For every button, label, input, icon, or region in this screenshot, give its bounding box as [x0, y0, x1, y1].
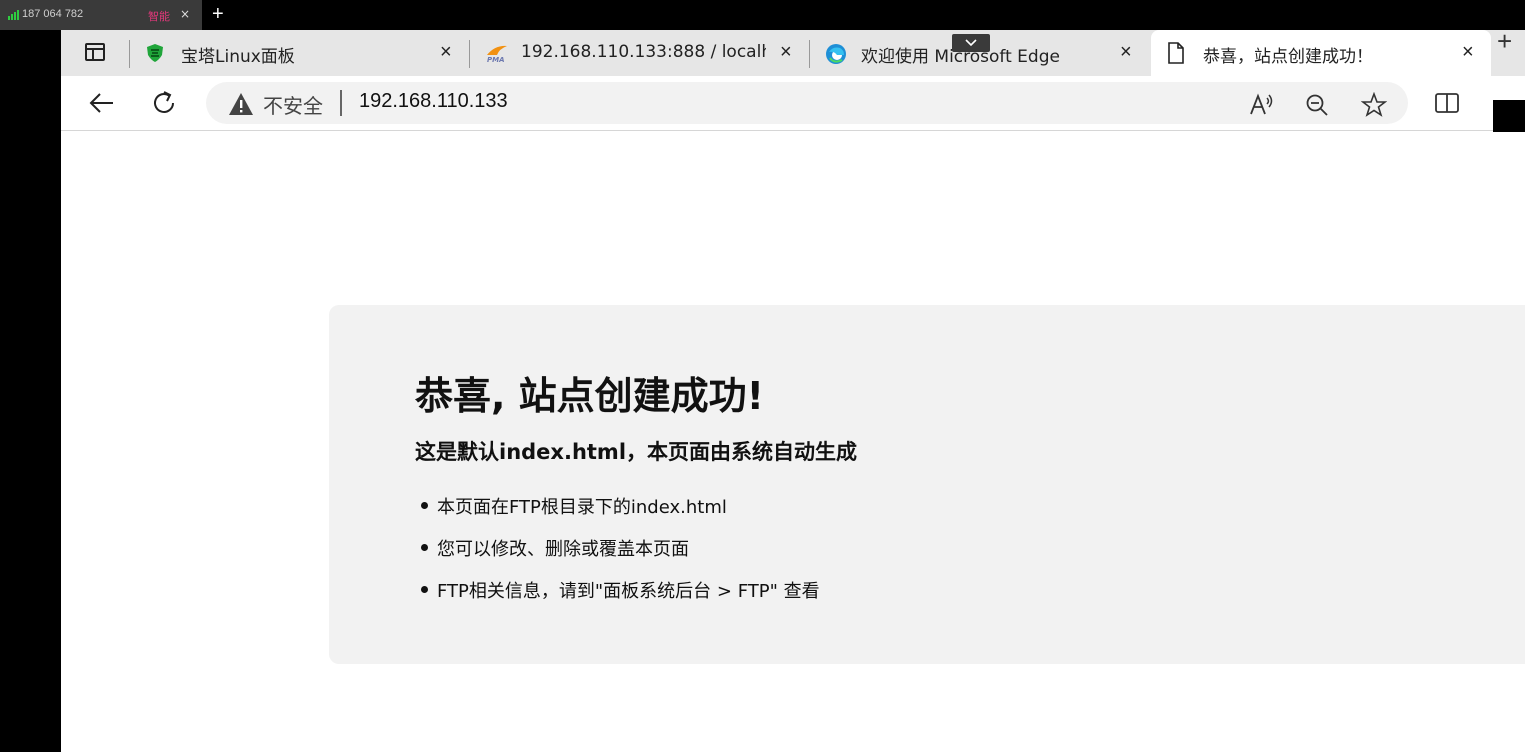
tab-title: 恭喜，站点创建成功！: [1203, 47, 1373, 67]
tab-separator: [809, 40, 810, 68]
read-aloud-icon[interactable]: [1248, 92, 1274, 118]
browser-window: 宝塔Linux面板 × PMA 192.168.110.133:888 / lo…: [61, 26, 1525, 752]
page-heading: 恭喜, 站点创建成功!: [415, 374, 764, 418]
list-item: 本页面在FTP根目录下的index.html: [415, 493, 820, 535]
close-tab-button[interactable]: ×: [1462, 41, 1474, 64]
navigation-toolbar: 不安全 192.168.110.133: [61, 76, 1525, 170]
page-content: 恭喜, 站点创建成功! 这是默认index.html，本页面由系统自动生成 本页…: [61, 132, 1525, 752]
tab-phpmyadmin[interactable]: PMA 192.168.110.133:888 / localhost | ×: [471, 30, 809, 76]
info-list: 本页面在FTP根目录下的index.html 您可以修改、删除或覆盖本页面 FT…: [415, 493, 820, 619]
tab-title: 宝塔Linux面板: [181, 47, 295, 67]
remote-session-bar: 187 064 782 智能 × +: [0, 0, 1525, 30]
pma-icon: PMA: [487, 45, 507, 63]
address-bar[interactable]: 不安全 192.168.110.133: [206, 82, 1408, 124]
tab-separator: [129, 40, 130, 68]
tab-actions-icon: [85, 43, 105, 61]
tab-separator: [469, 40, 470, 68]
refresh-icon[interactable]: [149, 88, 179, 118]
tab-site-created[interactable]: 恭喜，站点创建成功！ ×: [1151, 30, 1491, 76]
close-tab-button[interactable]: ×: [1120, 41, 1132, 64]
remote-session-tab[interactable]: 187 064 782 智能 ×: [0, 0, 202, 30]
list-item: 您可以修改、删除或覆盖本页面: [415, 535, 820, 577]
welcome-card: 恭喜, 站点创建成功! 这是默认index.html，本页面由系统自动生成 本页…: [329, 305, 1525, 664]
zoom-out-icon[interactable]: [1304, 92, 1330, 118]
page-icon: [1168, 42, 1184, 64]
svg-text:PMA: PMA: [487, 56, 505, 63]
remote-toolbar-toggle[interactable]: [952, 34, 990, 52]
tab-title: 192.168.110.133:888 / localhost |: [521, 42, 766, 62]
warning-icon[interactable]: [228, 92, 254, 116]
chevron-down-icon: [965, 39, 977, 47]
baota-shield-icon: [147, 44, 163, 62]
signal-icon: [8, 10, 20, 20]
tab-actions-button[interactable]: [77, 40, 111, 66]
address-divider: [340, 90, 342, 116]
session-app-label: 智能: [148, 10, 170, 23]
close-tab-button[interactable]: ×: [440, 41, 452, 64]
security-status[interactable]: 不安全: [263, 90, 323, 119]
tab-baota[interactable]: 宝塔Linux面板 ×: [131, 30, 469, 76]
new-tab-button[interactable]: +: [1497, 26, 1512, 57]
session-number: 187 064 782: [22, 8, 84, 20]
url-text[interactable]: 192.168.110.133: [359, 90, 508, 113]
close-session-button[interactable]: ×: [180, 7, 190, 21]
back-icon[interactable]: [87, 88, 117, 118]
new-session-button[interactable]: +: [212, 3, 224, 26]
tab-strip: 宝塔Linux面板 × PMA 192.168.110.133:888 / lo…: [61, 26, 1525, 76]
list-item: FTP相关信息，请到"面板系统后台 > FTP" 查看: [415, 577, 820, 619]
split-screen-icon[interactable]: [1433, 89, 1461, 117]
page-subheading: 这是默认index.html，本页面由系统自动生成: [415, 440, 858, 464]
favorite-star-icon[interactable]: [1361, 92, 1387, 118]
edge-icon: [826, 44, 846, 64]
close-tab-button[interactable]: ×: [780, 41, 792, 64]
